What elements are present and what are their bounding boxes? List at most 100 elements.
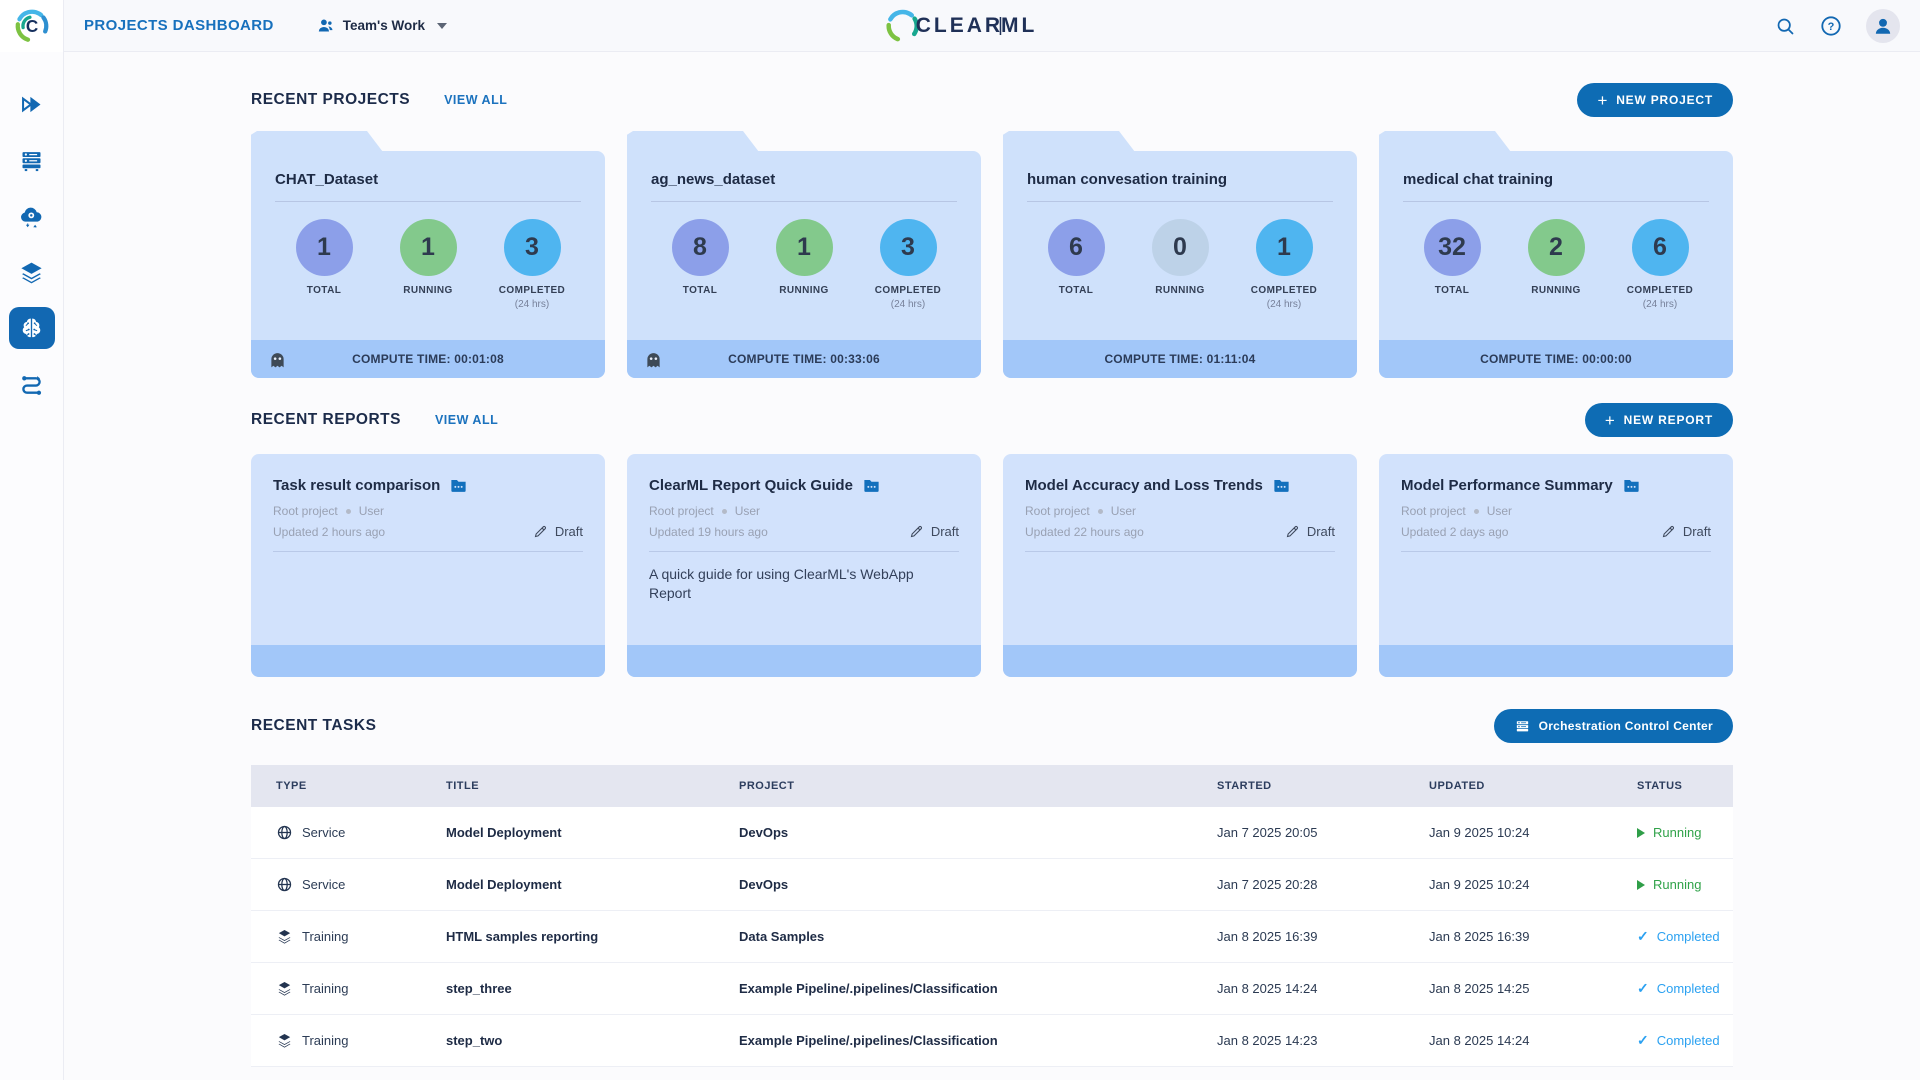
task-type-label: Training: [302, 929, 349, 944]
sidebar-item-pipelines[interactable]: [4, 356, 60, 412]
compute-time-bar: COMPUTE TIME: 01:11:04: [1003, 340, 1357, 378]
report-title: Task result comparison: [273, 477, 441, 494]
report-updated: Updated 2 days ago: [1401, 524, 1509, 539]
sidebar-item-datasets[interactable]: [4, 244, 60, 300]
report-project: Root project: [273, 504, 338, 518]
project-card[interactable]: CHAT_Dataset 1 TOTAL 1 RUNNING 3 COMPLET…: [251, 151, 605, 378]
completed-sub-label: (24 hrs): [890, 299, 926, 310]
task-row[interactable]: Training step_three Example Pipeline/.pi…: [251, 963, 1733, 1015]
task-type-label: Service: [302, 825, 346, 840]
task-row[interactable]: Service Model Deployment DevOps Jan 7 20…: [251, 807, 1733, 859]
report-card[interactable]: Model Accuracy and Loss Trends Root proj…: [1003, 454, 1357, 677]
sidebar-item-autoscaler[interactable]: [4, 188, 60, 244]
running-circle: 1: [775, 219, 833, 276]
compute-time-bar: COMPUTE TIME: 00:01:08: [251, 340, 605, 378]
double-chevron-icon: [22, 96, 41, 112]
compute-time-text: COMPUTE TIME: 00:01:08: [352, 352, 504, 366]
project-cards: CHAT_Dataset 1 TOTAL 1 RUNNING 3 COMPLET…: [251, 151, 1733, 378]
clearml-logo[interactable]: C: [0, 0, 64, 52]
profile-avatar[interactable]: [1866, 9, 1900, 43]
project-stats: 6 TOTAL 0 RUNNING 1 COMPLETED (24 hrs): [1027, 219, 1333, 310]
recent-tasks-section: RECENT TASKS Orchestration Control Cente…: [251, 709, 1733, 1067]
report-card-footer: [1379, 645, 1733, 677]
help-icon[interactable]: ?: [1820, 15, 1842, 37]
status-cell: ✓ Running: [1637, 877, 1733, 892]
completed-check-icon: ✓: [1637, 980, 1649, 996]
report-title: ClearML Report Quick Guide: [649, 477, 853, 494]
status-cell: ✓ Completed: [1637, 1032, 1733, 1049]
completed-label: COMPLETED: [498, 285, 566, 296]
reports-view-all-link[interactable]: VIEW ALL: [435, 413, 498, 427]
task-row[interactable]: Training step_two Example Pipeline/.pipe…: [251, 1015, 1733, 1067]
task-title: Model Deployment: [446, 825, 562, 840]
report-status: Draft: [909, 524, 959, 539]
total-circle: 6: [1047, 219, 1105, 276]
dot-separator: [1097, 508, 1103, 514]
clearml-dashboard: C PROJECTS DASHBOARD Team's Work CLEAR |: [0, 0, 1920, 1080]
task-status-label: Running: [1653, 825, 1702, 840]
project-card[interactable]: human convesation training 6 TOTAL 0 RUN…: [1003, 151, 1357, 378]
total-circle: 8: [671, 219, 729, 276]
dot-separator: [345, 508, 351, 514]
move-to-project-folder-icon[interactable]: [1622, 476, 1641, 495]
divider: [651, 201, 957, 202]
project-card[interactable]: medical chat training 32 TOTAL 2 RUNNING…: [1379, 151, 1733, 378]
new-report-button[interactable]: + NEW REPORT: [1584, 403, 1733, 437]
search-icon[interactable]: [1775, 16, 1796, 37]
sidebar-item-dashboard-active[interactable]: [4, 300, 60, 356]
new-project-button[interactable]: + NEW PROJECT: [1577, 83, 1733, 117]
col-project: PROJECT: [739, 780, 795, 792]
running-label: RUNNING: [1531, 285, 1581, 296]
compute-time-bar: COMPUTE TIME: 00:00:00: [1379, 340, 1733, 378]
report-card[interactable]: Task result comparison Root project User…: [251, 454, 605, 677]
task-project: Example Pipeline/.pipelines/Classificati…: [739, 1033, 998, 1048]
task-updated: Jan 9 2025 10:24: [1429, 825, 1530, 840]
task-row[interactable]: Service Model Deployment DevOps Jan 7 20…: [251, 859, 1733, 911]
task-type-cell: Service: [276, 824, 446, 841]
svg-text:?: ?: [1828, 21, 1835, 33]
workers-rack-icon: [22, 151, 41, 171]
divider: [273, 551, 583, 552]
recent-projects-section: RECENT PROJECTS VIEW ALL + NEW PROJECT C…: [251, 52, 1733, 378]
compute-time-bar: COMPUTE TIME: 00:33:06: [627, 340, 981, 378]
new-report-label: NEW REPORT: [1623, 413, 1713, 427]
recent-projects-title: RECENT PROJECTS: [251, 91, 411, 108]
move-to-project-folder-icon[interactable]: [862, 476, 881, 495]
move-to-project-folder-icon[interactable]: [449, 476, 468, 495]
task-row[interactable]: Training HTML samples reporting Data Sam…: [251, 911, 1733, 963]
task-type-cell: Service: [276, 876, 446, 893]
task-type-cell: Training: [276, 1032, 446, 1049]
col-started: STARTED: [1217, 780, 1272, 792]
projects-view-all-link[interactable]: VIEW ALL: [444, 93, 507, 107]
total-label: TOTAL: [682, 285, 718, 296]
task-project: DevOps: [739, 877, 789, 892]
report-card[interactable]: ClearML Report Quick Guide Root project …: [627, 454, 981, 677]
clearml-logo-icon: C: [15, 9, 48, 42]
report-card-footer: [627, 645, 981, 677]
report-user: User: [1110, 504, 1137, 518]
person-icon: [1875, 18, 1891, 34]
move-to-project-folder-icon[interactable]: [1272, 476, 1291, 495]
plus-icon: +: [1604, 410, 1616, 430]
status-cell: ✓ Completed: [1637, 980, 1733, 997]
pencil-icon: [1286, 525, 1298, 538]
workspace-selector[interactable]: Team's Work: [316, 16, 447, 35]
team-icon: [318, 19, 333, 32]
sidebar-item-workers[interactable]: [4, 132, 60, 188]
report-status: Draft: [1661, 524, 1711, 539]
task-started: Jan 8 2025 16:39: [1217, 929, 1318, 944]
sidebar-item-overview[interactable]: [4, 76, 60, 132]
task-type-label: Training: [302, 981, 349, 996]
task-status-label: Running: [1653, 877, 1702, 892]
orchestration-control-center-button[interactable]: Orchestration Control Center: [1493, 709, 1733, 743]
report-description: A quick guide for using ClearML's WebApp…: [649, 566, 914, 601]
total-label: TOTAL: [1434, 285, 1470, 296]
recent-reports-section: RECENT REPORTS VIEW ALL + NEW REPORT Tas…: [251, 403, 1733, 677]
task-type-cell: Training: [276, 980, 446, 997]
project-card[interactable]: ag_news_dataset 8 TOTAL 1 RUNNING 3 COMP…: [627, 151, 981, 378]
report-card[interactable]: Model Performance Summary Root project U…: [1379, 454, 1733, 677]
running-play-icon: [1637, 827, 1645, 838]
topbar-actions: ?: [1775, 0, 1900, 52]
pipelines-icon: [22, 375, 42, 395]
completed-label: COMPLETED: [874, 285, 942, 296]
